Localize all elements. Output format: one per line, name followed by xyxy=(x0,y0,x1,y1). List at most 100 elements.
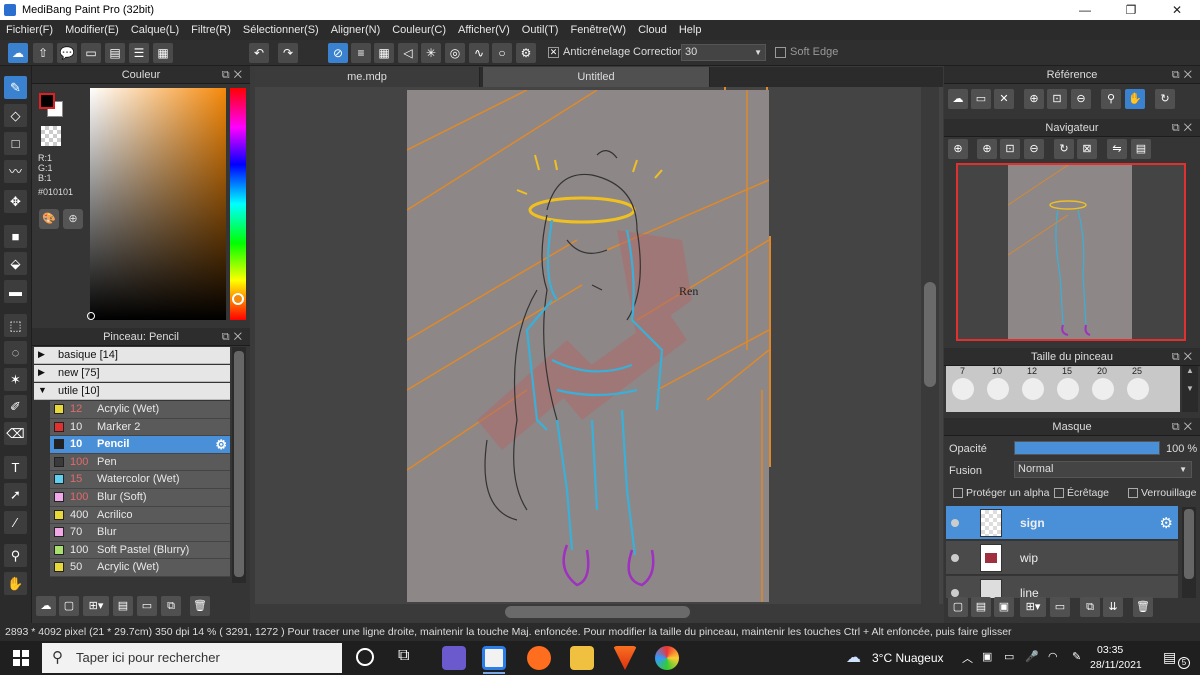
taskbar-search-input[interactable]: ⚲ Taper ici pour rechercher xyxy=(42,643,342,673)
alpha-protect-checkbox[interactable] xyxy=(953,488,963,498)
menu-modifier[interactable]: Modifier(E) xyxy=(59,24,125,36)
layer-sign[interactable]: sign ⚙ xyxy=(946,506,1178,540)
brush-list-scrollbar[interactable] xyxy=(232,347,246,583)
nav-rotate-icon[interactable]: ↻ xyxy=(1054,139,1074,159)
transparent-swatch[interactable] xyxy=(41,126,61,146)
close-reference-icon[interactable]: ✕ xyxy=(994,89,1014,109)
scrollbar-thumb[interactable] xyxy=(1184,509,1194,579)
file-explorer-icon[interactable] xyxy=(570,646,594,670)
chevron-up-icon[interactable]: ︿ xyxy=(962,650,973,666)
merge-layer-icon[interactable]: ⇊ xyxy=(1103,597,1123,617)
panel-close-icon[interactable]: ⧉✕ xyxy=(1172,119,1196,137)
layer-scrollbar[interactable] xyxy=(1182,507,1196,598)
saturation-value-picker[interactable] xyxy=(90,88,226,320)
palette-icon[interactable]: 🎨 xyxy=(39,209,59,229)
brush-size-option[interactable] xyxy=(1057,378,1079,400)
chrome-app-icon[interactable] xyxy=(655,646,679,670)
menu-help[interactable]: Help xyxy=(673,24,708,36)
notification-icon[interactable]: ▤ xyxy=(1163,649,1176,666)
drawing-canvas[interactable]: Ren xyxy=(407,90,769,602)
brush-item[interactable]: 100 Blur (Soft) xyxy=(50,489,230,507)
nav-clipboard-icon[interactable]: ▤ xyxy=(1131,139,1151,159)
lasso-tool-icon[interactable]: ◌ xyxy=(4,341,27,364)
folder-icon[interactable]: ▭ xyxy=(137,596,157,616)
cloud-brush-icon[interactable]: ☁ xyxy=(36,596,56,616)
medibang-app-icon[interactable] xyxy=(482,646,506,670)
menu-afficher[interactable]: Afficher(V) xyxy=(452,24,516,36)
snap-perspective-icon[interactable]: ◁ xyxy=(398,43,418,63)
brush-item[interactable]: 400 Acrilico xyxy=(50,506,230,525)
snap-off-icon[interactable]: ⊘ xyxy=(328,43,348,63)
open-folder-icon[interactable]: ▭ xyxy=(971,89,991,109)
lock-checkbox[interactable] xyxy=(1128,488,1138,498)
layer-wip[interactable]: wip xyxy=(946,541,1178,575)
add-brush-icon[interactable]: ⊞▾ xyxy=(83,596,109,616)
gradient-tool-icon[interactable]: ▬ xyxy=(4,280,27,303)
windows-start-icon[interactable] xyxy=(13,650,29,666)
list-icon[interactable]: ☰ xyxy=(129,43,149,63)
sv-cursor[interactable] xyxy=(87,312,95,320)
tray-app-icon[interactable]: ▣ xyxy=(982,650,992,663)
zoom-out-icon[interactable]: ⊖ xyxy=(1071,89,1091,109)
hue-slider[interactable] xyxy=(230,88,246,320)
fit-icon[interactable]: ⊡ xyxy=(1047,89,1067,109)
divide-tool-icon[interactable]: ⁄ xyxy=(4,511,27,534)
undo-icon[interactable]: ↶ xyxy=(249,43,269,63)
chat-icon[interactable]: 💬 xyxy=(57,43,77,63)
visibility-eye-icon[interactable] xyxy=(951,519,959,527)
hand-icon[interactable]: ✋ xyxy=(1125,89,1145,109)
navigator-preview[interactable] xyxy=(956,163,1186,341)
brush-settings-gear-icon[interactable]: ⚙ xyxy=(215,437,227,453)
nav-fit-icon[interactable]: ⊡ xyxy=(1000,139,1020,159)
opacity-slider[interactable] xyxy=(1014,441,1160,455)
rotate-icon[interactable]: ↻ xyxy=(1155,89,1175,109)
reference-cloud-icon[interactable]: ☁ xyxy=(948,89,968,109)
vlc-app-icon[interactable] xyxy=(613,646,637,670)
operation-tool-icon[interactable]: ➚ xyxy=(4,483,27,506)
canvas-vertical-scrollbar[interactable] xyxy=(921,87,939,604)
brush-tool-icon[interactable]: ✎ xyxy=(4,76,27,99)
snap-ring-icon[interactable]: ○ xyxy=(492,43,512,63)
microphone-icon[interactable]: 🎤 xyxy=(1025,650,1039,663)
nav-zoom-out-icon[interactable]: ⊖ xyxy=(1024,139,1044,159)
text-tool-icon[interactable]: T xyxy=(4,456,27,479)
task-view-icon[interactable]: ⧉ xyxy=(398,647,409,665)
wifi-icon[interactable]: ◠ xyxy=(1048,650,1058,663)
snap-grid-icon[interactable]: ▦ xyxy=(374,43,394,63)
brush-size-option[interactable] xyxy=(1022,378,1044,400)
scrollbar-thumb[interactable] xyxy=(234,351,244,577)
clipping-checkbox[interactable] xyxy=(1054,488,1064,498)
soft-edge-checkbox[interactable] xyxy=(775,47,786,58)
brush-item[interactable]: 15 Watercolor (Wet) xyxy=(50,471,230,489)
nav-reset-icon[interactable]: ⊠ xyxy=(1077,139,1097,159)
visibility-eye-icon[interactable] xyxy=(951,554,959,562)
cloud-icon[interactable]: ☁ xyxy=(8,43,28,63)
hue-cursor[interactable] xyxy=(232,293,244,305)
brush-group-basique[interactable]: ▶ basique [14] xyxy=(34,347,230,364)
fill-rect-tool-icon[interactable]: ■ xyxy=(4,225,27,248)
palette-add-icon[interactable]: ⊕ xyxy=(63,209,83,229)
select-eraser-tool-icon[interactable]: ⌫ xyxy=(4,422,27,445)
brush-settings-icon[interactable]: ▤ xyxy=(113,596,133,616)
snap-parallel-icon[interactable]: ≡ xyxy=(351,43,371,63)
blur-tool-icon[interactable]: 〰 xyxy=(4,160,27,183)
layer-line[interactable]: line xyxy=(946,576,1178,598)
snap-radial-icon[interactable]: ✳ xyxy=(421,43,441,63)
menu-selectionner[interactable]: Sélectionner(S) xyxy=(237,24,325,36)
settings-gear-icon[interactable]: ⚙ xyxy=(516,43,536,63)
brush-item[interactable]: 70 Blur xyxy=(50,524,230,542)
brush-size-option[interactable] xyxy=(952,378,974,400)
trash-icon[interactable]: 🗑 xyxy=(190,596,210,616)
magic-wand-tool-icon[interactable]: ✶ xyxy=(4,368,27,391)
menu-couleur[interactable]: Couleur(C) xyxy=(386,24,452,36)
tab-me-mdp[interactable]: me.mdp xyxy=(255,67,480,87)
new-halftone-layer-icon[interactable]: ▤ xyxy=(971,597,991,617)
clock-time[interactable]: 03:35 xyxy=(1097,644,1123,656)
panel-close-icon[interactable]: ⧉✕ xyxy=(222,328,246,346)
new-brush-icon[interactable]: ▢ xyxy=(59,596,79,616)
brush-group-utile[interactable]: ▼ utile [10] xyxy=(34,383,230,400)
pen-icon[interactable]: ✎ xyxy=(1072,650,1081,663)
eyedropper-tool-icon[interactable]: ⚲ xyxy=(4,544,27,567)
brush-size-option[interactable] xyxy=(987,378,1009,400)
duplicate-icon[interactable]: ⧉ xyxy=(161,596,181,616)
